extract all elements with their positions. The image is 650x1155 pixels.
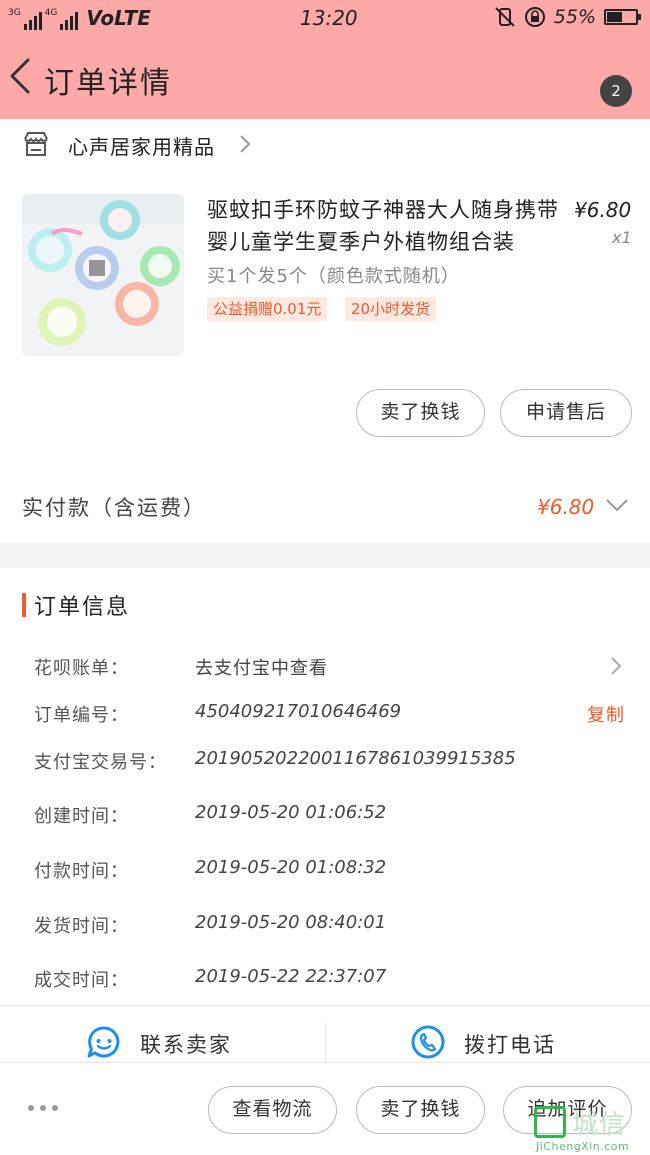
signal-icon-1 [23, 12, 42, 30]
section-accent-bar [22, 593, 26, 617]
more-options-icon[interactable] [28, 1103, 62, 1113]
phone-icon [410, 1024, 446, 1064]
shipping-tag: 20小时发货 [345, 297, 437, 321]
total-paid-row[interactable]: 实付款（含运费） ¥6.80 [0, 475, 650, 543]
signal-icon-2 [60, 12, 79, 30]
chevron-right-icon[interactable] [610, 656, 622, 676]
total-paid-label: 实付款（含运费） [22, 496, 206, 520]
store-icon [22, 130, 50, 158]
app-header: 3G 4G VoLTE 13:20 55% 订单详情 2 [0, 0, 650, 119]
status-right: 55% [494, 6, 641, 28]
call-phone-button[interactable]: 拨打电话 [410, 1024, 556, 1064]
after-sale-button[interactable]: 申请售后 [500, 389, 632, 437]
order-number-value: 450409217010646469 [195, 701, 402, 722]
watermark-cn: 城信 [572, 1110, 627, 1140]
contact-seller-button[interactable]: 联系卖家 [86, 1024, 232, 1064]
section-divider [0, 543, 650, 568]
divider [0, 1005, 650, 1006]
watermark-logo-icon [534, 1106, 566, 1138]
chevron-down-icon[interactable] [604, 497, 630, 513]
store-name[interactable]: 心声居家用精品 [68, 131, 215, 160]
title-bar: 订单详情 2 [0, 36, 650, 119]
battery-level [607, 12, 623, 22]
alipay-trade-label: 支付宝交易号： [34, 752, 167, 773]
product-image[interactable] [22, 194, 184, 356]
created-time-label: 创建时间： [34, 806, 129, 827]
product-price: ¥6.80 [574, 198, 632, 222]
battery-percent: 55% [553, 6, 596, 28]
page-title: 订单详情 [44, 66, 172, 101]
charity-tag: 公益捐赠0.01元 [207, 297, 328, 321]
product-title[interactable]: 驱蚊扣手环防蚊子神器大人随身携带婴儿童学生夏季户外植物组合装 [207, 194, 567, 258]
shipped-time-value: 2019-05-20 08:40:01 [195, 912, 387, 933]
completed-time-label: 成交时间： [34, 970, 129, 991]
chevron-right-icon [238, 133, 252, 155]
paid-time-value: 2019-05-20 01:08:32 [195, 857, 387, 878]
total-paid-value: ¥6.80 [537, 495, 595, 519]
product-spec: 买1个发5个（颜色款式随机） [207, 266, 460, 287]
completed-time-value: 2019-05-22 22:37:07 [195, 966, 387, 987]
shipped-time-label: 发货时间： [34, 916, 129, 937]
site-watermark: 城信 JiChengXin.com [530, 1100, 650, 1155]
created-time-value: 2019-05-20 01:06:52 [195, 802, 387, 823]
contact-seller-label: 联系卖家 [140, 1033, 232, 1057]
dot [28, 1105, 34, 1111]
network-4g-label: 4G [44, 8, 58, 18]
resell-bottom-button[interactable]: 卖了换钱 [356, 1086, 485, 1134]
back-arrow-icon[interactable] [6, 56, 36, 96]
rotation-lock-icon [524, 6, 546, 28]
dot [40, 1105, 46, 1111]
dot [52, 1105, 58, 1111]
call-phone-label: 拨打电话 [464, 1033, 556, 1057]
order-info-title: 订单信息 [34, 595, 131, 620]
huabei-bill-link[interactable]: 去支付宝中查看 [195, 654, 328, 680]
order-number-label: 订单编号： [34, 705, 129, 726]
watermark-en: JiChengXin.com [536, 1140, 630, 1153]
network-3g-label: 3G [8, 8, 21, 18]
volte-label: VoLTE [86, 6, 151, 30]
paid-time-label: 付款时间： [34, 861, 129, 882]
divider [325, 1022, 326, 1062]
network-indicators: 3G 4G VoLTE [8, 6, 151, 30]
notification-badge[interactable]: 2 [600, 75, 632, 107]
clock: 13:20 [300, 6, 358, 30]
battery-icon [604, 9, 641, 25]
status-bar: 3G 4G VoLTE 13:20 55% [0, 0, 650, 36]
store-row[interactable]: 心声居家用精品 [0, 119, 650, 171]
alipay-trade-value: 2019052022001167861039915385 [195, 748, 516, 769]
view-logistics-button[interactable]: 查看物流 [208, 1086, 337, 1134]
chat-bubble-icon [86, 1024, 122, 1064]
resell-button[interactable]: 卖了换钱 [356, 389, 485, 437]
huabei-bill-label: 花呗账单： [34, 658, 129, 679]
copy-order-number-button[interactable]: 复制 [587, 701, 625, 727]
vibrate-off-icon [494, 6, 516, 28]
product-quantity: x1 [612, 228, 632, 247]
